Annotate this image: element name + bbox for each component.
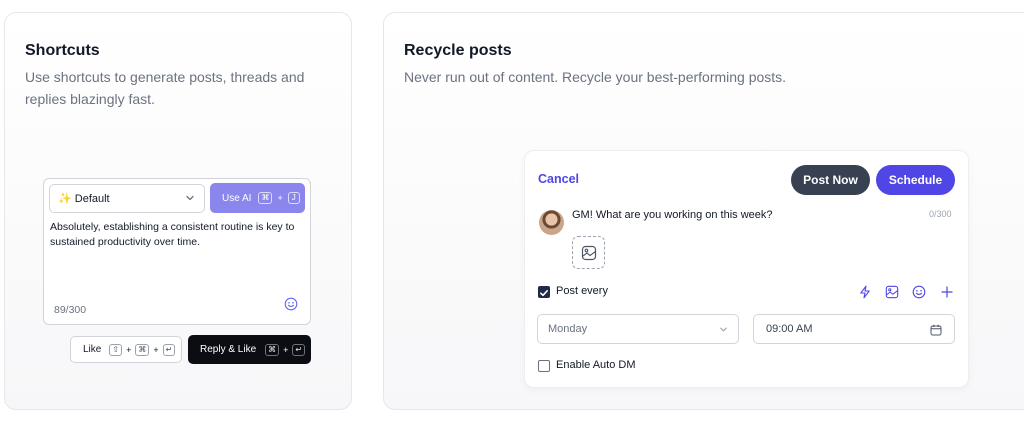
day-select-value: Monday [548, 323, 588, 335]
time-input[interactable]: 09:00 AM [753, 314, 955, 344]
recycle-posts-title: Recycle posts [404, 42, 512, 59]
time-input-value: 09:00 AM [766, 323, 813, 335]
reply-textarea[interactable]: Absolutely, establishing a consistent ro… [50, 220, 308, 250]
plus-sign: + [126, 344, 132, 355]
chevron-down-icon [186, 195, 194, 201]
auto-dm-checkbox[interactable] [538, 360, 550, 372]
cmd-key: ⌘ [265, 343, 280, 356]
recycle-posts-description: Never run out of content. Recycle your b… [404, 69, 787, 85]
day-select[interactable]: Monday [537, 314, 739, 344]
use-ai-button[interactable]: Use AI ⌘ + J [210, 183, 305, 213]
char-count: 89/300 [54, 304, 87, 316]
reply-and-like-button[interactable]: Reply & Like ⌘ + ↵ [188, 335, 311, 364]
smiley-icon[interactable] [912, 285, 926, 299]
image-icon[interactable] [885, 285, 899, 299]
cmd-key: ⌘ [135, 343, 150, 356]
post-every-label: Post every [556, 285, 608, 297]
cancel-button[interactable]: Cancel [538, 172, 579, 186]
plus-icon[interactable] [940, 285, 954, 299]
post-textarea[interactable]: GM! What are you working on this week? [572, 209, 773, 221]
j-key: J [287, 192, 300, 204]
like-button[interactable]: Like ⇧ + ⌘ + ↵ [70, 336, 182, 363]
enter-key: ↵ [162, 343, 176, 356]
preset-select[interactable]: ✨ Default [49, 184, 205, 213]
post-every-checkbox[interactable] [538, 286, 550, 298]
cmd-key: ⌘ [258, 192, 273, 204]
image-icon [581, 245, 597, 261]
plus-sign: + [277, 193, 283, 203]
calendar-icon [930, 324, 942, 336]
shortcuts-title: Shortcuts [25, 42, 100, 59]
lightning-icon[interactable] [858, 285, 872, 299]
add-media-button[interactable] [572, 236, 605, 269]
chevron-down-icon [720, 327, 727, 332]
like-label: Like [83, 344, 102, 355]
smiley-icon[interactable] [284, 297, 298, 311]
avatar [539, 210, 564, 235]
char-count: 0/300 [929, 209, 952, 219]
plus-sign: + [283, 344, 289, 355]
use-ai-label: Use AI [222, 192, 252, 204]
reply-like-label: Reply & Like [200, 344, 257, 355]
auto-dm-label: Enable Auto DM [556, 359, 636, 371]
preset-select-value: ✨ Default [58, 193, 110, 205]
enter-key: ↵ [292, 343, 306, 356]
plus-sign: + [153, 344, 159, 355]
post-now-button[interactable]: Post Now [791, 165, 870, 195]
check-icon [540, 290, 548, 297]
schedule-button[interactable]: Schedule [876, 165, 955, 195]
shift-key: ⇧ [109, 343, 123, 356]
shortcuts-description: Use shortcuts to generate posts, threads… [25, 69, 305, 107]
